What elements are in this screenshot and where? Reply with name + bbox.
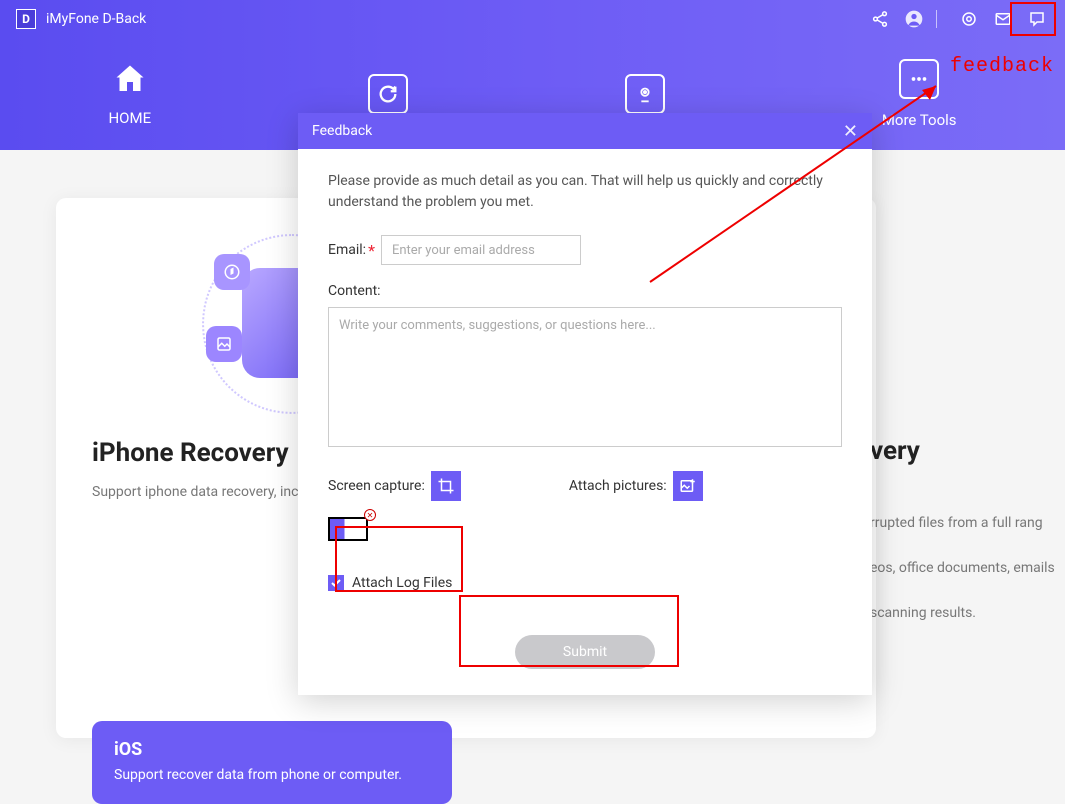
attach-log-checkbox[interactable] <box>328 575 344 591</box>
nav-more-tools[interactable]: More Tools <box>882 59 957 129</box>
share-icon[interactable] <box>868 7 892 31</box>
nav-refresh[interactable] <box>368 74 408 114</box>
nav-monitor[interactable] <box>625 74 665 114</box>
attach-log-row: Attach Log Files <box>328 575 842 591</box>
ios-card-title: iOS <box>114 739 430 760</box>
refresh-icon <box>368 74 408 114</box>
feedback-modal-header: Feedback ✕ <box>298 113 872 149</box>
close-icon[interactable]: ✕ <box>843 121 858 142</box>
delete-attachment-icon[interactable]: ✕ <box>364 509 376 521</box>
screen-capture-button[interactable] <box>431 471 461 501</box>
titlebar-separator <box>936 10 937 28</box>
ios-card[interactable]: iOS Support recover data from phone or c… <box>92 721 452 804</box>
home-icon <box>112 61 148 97</box>
check-icon <box>330 577 342 589</box>
target-icon[interactable] <box>957 7 981 31</box>
feedback-modal-body: Please provide as much detail as you can… <box>298 149 872 695</box>
ios-card-desc: Support recover data from phone or compu… <box>114 766 430 786</box>
app-logo: D <box>16 9 36 29</box>
right-overflow-text: very rrupted files from a full rang eos,… <box>870 410 1065 636</box>
nav-home[interactable]: HOME <box>108 61 151 127</box>
email-input[interactable] <box>381 235 581 265</box>
image-plus-icon <box>679 477 697 495</box>
attachment-thumbnail[interactable] <box>328 517 368 541</box>
more-icon <box>899 59 939 99</box>
email-label: Email: <box>328 242 366 258</box>
feedback-modal: Feedback ✕ Please provide as much detail… <box>298 113 872 695</box>
right-heading: very <box>870 410 1065 493</box>
feedback-intro: Please provide as much detail as you can… <box>328 171 842 213</box>
media-icon <box>214 254 250 290</box>
feedback-modal-title: Feedback <box>312 123 372 139</box>
right-line-1: rrupted files from a full rang <box>870 501 1065 546</box>
titlebar: D iMyFone D-Back <box>0 0 1065 38</box>
user-icon[interactable] <box>902 7 926 31</box>
content-textarea[interactable] <box>328 307 842 447</box>
attach-pictures-label: Attach pictures: <box>569 478 667 494</box>
attach-pictures-button[interactable] <box>673 471 703 501</box>
attach-row: Screen capture: Attach pictures: <box>328 471 842 501</box>
nav-home-label: HOME <box>108 109 151 127</box>
right-line-2: eos, office documents, emails <box>870 546 1065 591</box>
app-title: iMyFone D-Back <box>46 11 146 27</box>
required-mark: * <box>368 241 375 260</box>
email-row: Email: * <box>328 235 842 265</box>
content-label: Content: <box>328 283 842 299</box>
submit-button[interactable]: Submit <box>515 635 655 669</box>
nav-more-tools-label: More Tools <box>882 111 957 129</box>
feedback-icon[interactable] <box>1025 7 1049 31</box>
attach-log-label: Attach Log Files <box>352 575 452 591</box>
submit-row: Submit <box>328 635 842 669</box>
photo-icon <box>206 326 242 362</box>
mail-icon[interactable] <box>991 7 1015 31</box>
thumbnail-area: ✕ <box>328 517 368 541</box>
right-line-3: scanning results. <box>870 591 1065 636</box>
crop-icon <box>437 477 455 495</box>
screen-capture-label: Screen capture: <box>328 478 425 494</box>
monitor-icon <box>625 74 665 114</box>
